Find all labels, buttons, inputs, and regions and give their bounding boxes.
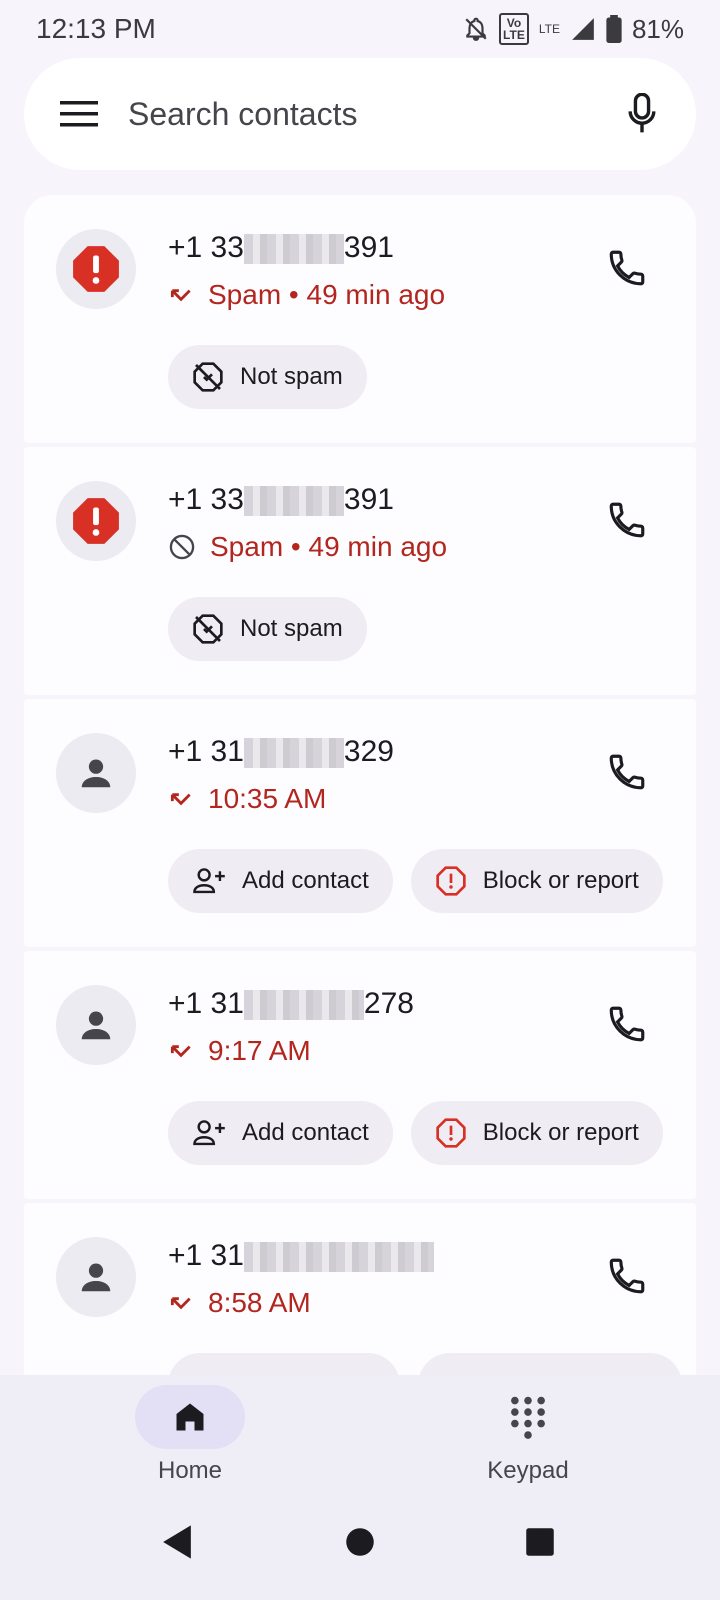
add-contact-button[interactable]: Add contact bbox=[168, 849, 393, 913]
call-status: 9:17 AM bbox=[168, 1035, 311, 1067]
phone-number: +1 31 278 bbox=[168, 987, 414, 1021]
search-bar[interactable]: Search contacts bbox=[24, 58, 696, 170]
missed-call-icon bbox=[170, 289, 191, 302]
not-spam-button[interactable]: Not spam bbox=[168, 345, 367, 409]
not-spam-icon bbox=[193, 362, 223, 392]
phone-icon bbox=[609, 502, 645, 538]
block-report-button[interactable]: Block or report bbox=[410, 1101, 663, 1165]
phone-number: +1 31 bbox=[168, 1239, 434, 1273]
action-chips: Not spam bbox=[168, 345, 367, 409]
call-history-list[interactable]: +1 33 391 Spam • 49 min ago Not spam +1 3… bbox=[24, 195, 696, 1375]
home-circle-icon[interactable] bbox=[345, 1527, 375, 1557]
chip-partial[interactable] bbox=[418, 1353, 682, 1375]
missed-call-icon bbox=[170, 1045, 191, 1058]
call-status: Spam • 49 min ago bbox=[168, 531, 447, 563]
nav-keypad-label: Keypad bbox=[487, 1457, 569, 1484]
keypad-icon bbox=[511, 1396, 545, 1439]
avatar bbox=[56, 733, 136, 813]
nav-home[interactable]: Home bbox=[90, 1385, 290, 1485]
battery-percent: 81% bbox=[631, 13, 684, 44]
call-status: 8:58 AM bbox=[168, 1287, 311, 1319]
search-input[interactable]: Search contacts bbox=[128, 96, 626, 133]
nav-keypad[interactable]: Keypad bbox=[428, 1385, 628, 1485]
add-contact-icon bbox=[193, 868, 225, 894]
call-item[interactable]: +1 31 278 9:17 AM Add contact Block or re… bbox=[24, 951, 696, 1199]
system-navigation bbox=[0, 1483, 720, 1600]
person-icon bbox=[81, 759, 111, 788]
call-button[interactable] bbox=[602, 999, 652, 1049]
lte-indicator: LTE bbox=[538, 21, 560, 36]
add-contact-button[interactable]: Add contact bbox=[168, 1101, 393, 1165]
person-icon bbox=[81, 1263, 111, 1292]
call-button[interactable] bbox=[602, 747, 652, 797]
call-item[interactable]: +1 31 8:58 AM bbox=[24, 1203, 696, 1375]
back-icon[interactable] bbox=[160, 1524, 194, 1560]
block-report-button[interactable]: Block or report bbox=[410, 849, 663, 913]
call-button[interactable] bbox=[602, 1251, 652, 1301]
blocked-icon bbox=[169, 534, 195, 560]
action-chips: Add contact Block or report bbox=[168, 849, 663, 913]
phone-icon bbox=[609, 1006, 645, 1042]
person-icon bbox=[81, 1011, 111, 1040]
mute-icon bbox=[465, 17, 487, 41]
volte-badge: Vo LTE bbox=[499, 13, 529, 45]
avatar bbox=[56, 985, 136, 1065]
action-chips: Add contact Block or report bbox=[168, 1101, 663, 1165]
call-button[interactable] bbox=[602, 243, 652, 293]
avatar bbox=[56, 1237, 136, 1317]
phone-icon bbox=[609, 250, 645, 286]
phone-number: +1 31 329 bbox=[168, 735, 394, 769]
spam-icon bbox=[73, 246, 119, 292]
phone-icon bbox=[609, 1258, 645, 1294]
block-report-icon bbox=[436, 1118, 466, 1148]
avatar bbox=[56, 481, 136, 561]
avatar bbox=[56, 229, 136, 309]
action-chips: Not spam bbox=[168, 597, 367, 661]
missed-call-icon bbox=[170, 1297, 191, 1310]
home-icon bbox=[176, 1403, 204, 1431]
redacted-digits bbox=[243, 486, 344, 517]
phone-number: +1 33 391 bbox=[168, 231, 394, 265]
bottom-navigation: Home Keypad bbox=[0, 1375, 720, 1485]
not-spam-button[interactable]: Not spam bbox=[168, 597, 367, 661]
status-icons: Vo LTE LTE 81% bbox=[463, 13, 684, 45]
nav-home-pill bbox=[135, 1385, 245, 1449]
nav-home-label: Home bbox=[157, 1457, 223, 1484]
recents-icon[interactable] bbox=[525, 1527, 555, 1557]
redacted-digits bbox=[243, 234, 344, 265]
chip-partial[interactable] bbox=[168, 1353, 400, 1375]
call-status: 10:35 AM bbox=[168, 783, 326, 815]
signal-icon bbox=[572, 18, 594, 40]
battery-icon bbox=[606, 15, 622, 43]
not-spam-icon bbox=[193, 614, 223, 644]
missed-call-icon bbox=[170, 793, 191, 806]
mic-icon[interactable] bbox=[626, 93, 658, 135]
block-report-icon bbox=[436, 866, 466, 896]
phone-number: +1 33 391 bbox=[168, 483, 394, 517]
action-chips bbox=[168, 1353, 682, 1375]
redacted-digits bbox=[243, 1242, 434, 1273]
nav-keypad-pill bbox=[473, 1385, 583, 1449]
redacted-digits bbox=[243, 990, 364, 1021]
add-contact-icon bbox=[193, 1120, 225, 1146]
spam-icon bbox=[73, 498, 119, 544]
menu-icon[interactable] bbox=[60, 99, 98, 129]
call-item[interactable]: +1 33 391 Spam • 49 min ago Not spam bbox=[24, 447, 696, 695]
redacted-digits bbox=[243, 738, 344, 769]
call-button[interactable] bbox=[602, 495, 652, 545]
call-item[interactable]: +1 33 391 Spam • 49 min ago Not spam bbox=[24, 195, 696, 443]
status-bar: 12:13 PM Vo LTE LTE 81% bbox=[0, 0, 720, 58]
call-item[interactable]: +1 31 329 10:35 AM Add contact Block or r… bbox=[24, 699, 696, 947]
status-time: 12:13 PM bbox=[36, 13, 156, 44]
phone-icon bbox=[609, 754, 645, 790]
call-status: Spam • 49 min ago bbox=[168, 279, 445, 311]
